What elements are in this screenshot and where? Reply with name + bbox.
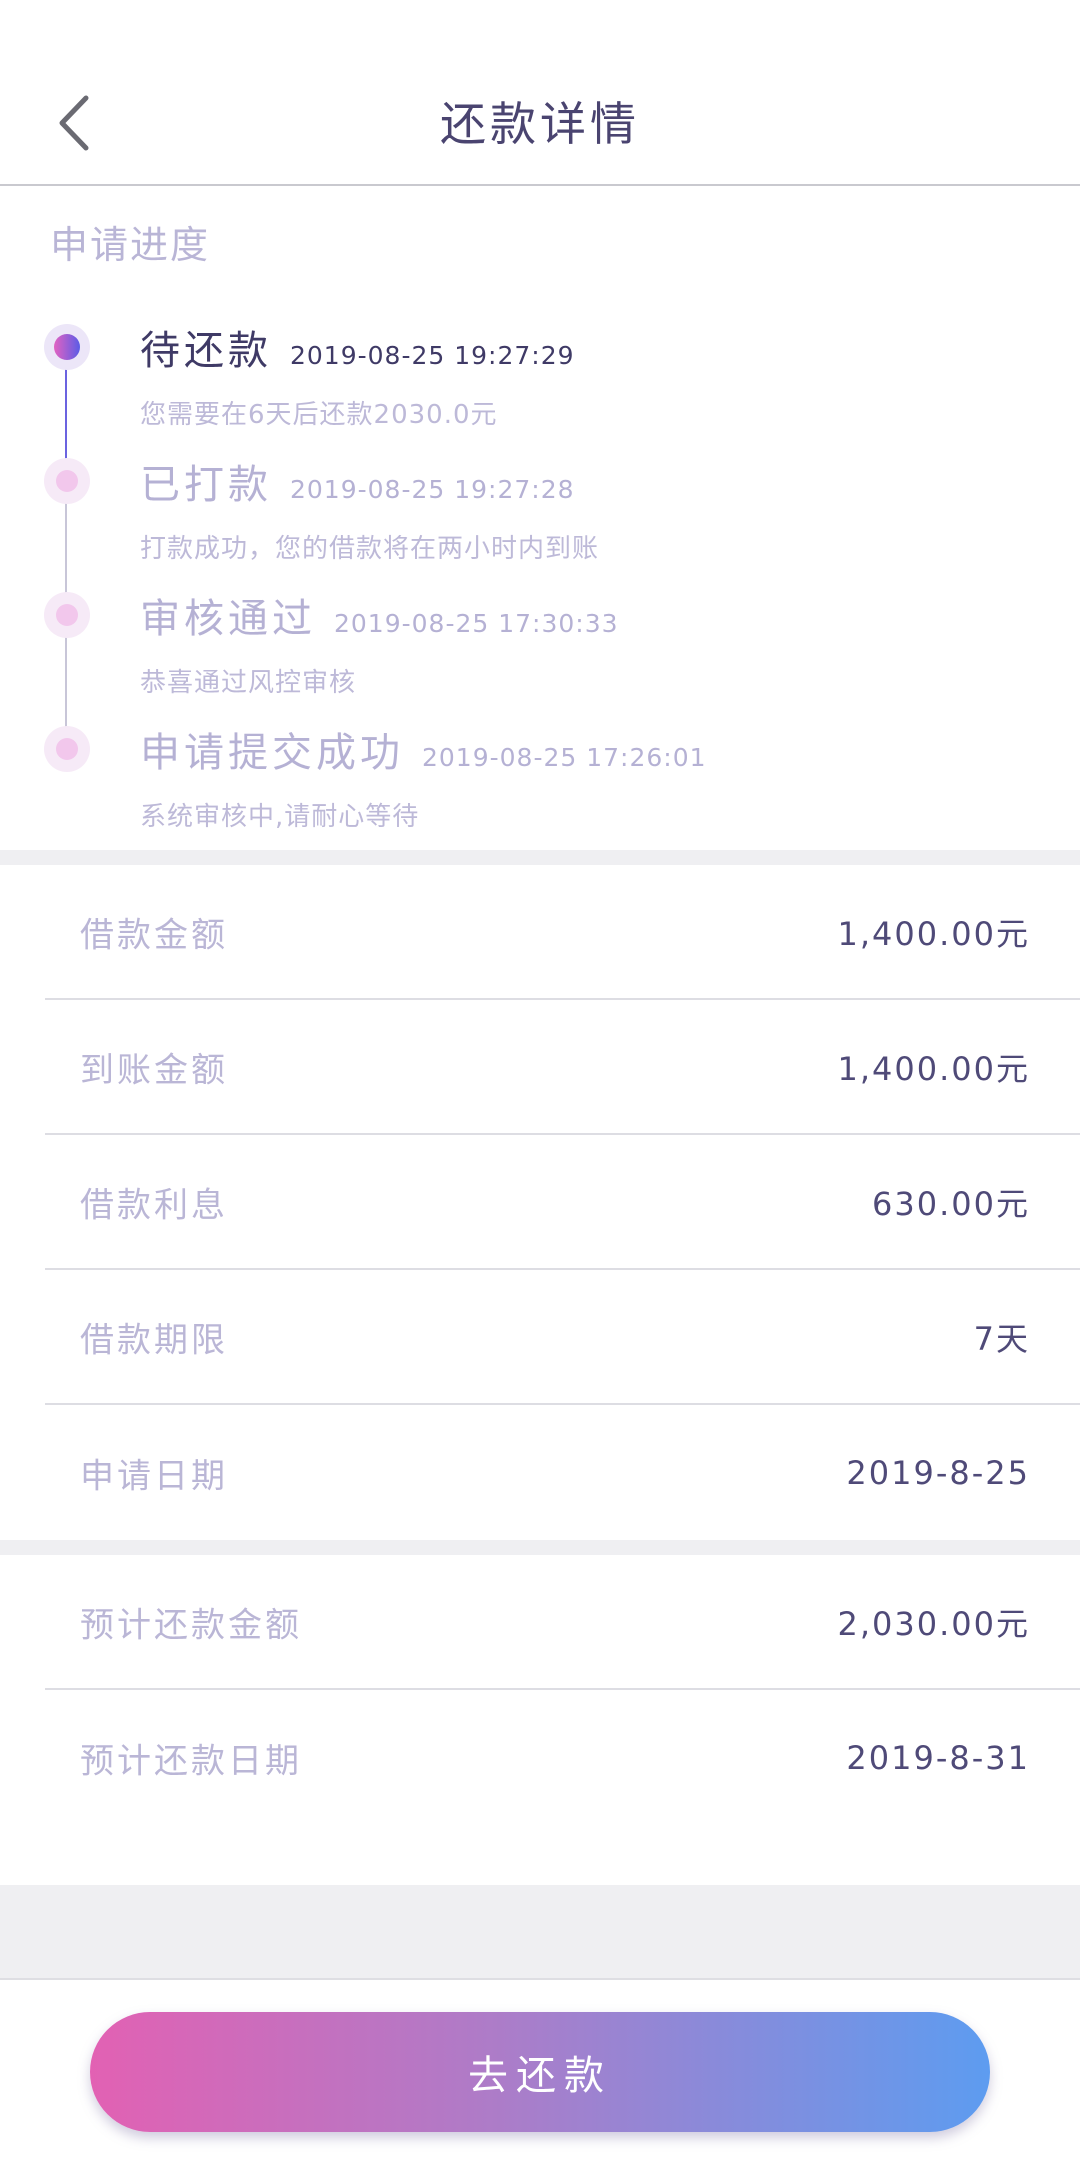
page-title: 还款详情 xyxy=(440,97,640,151)
row-value: 1,400.00元 xyxy=(837,1049,1030,1088)
row-value: 1,400.00元 xyxy=(837,914,1030,953)
row-label: 借款期限 xyxy=(80,1320,228,1360)
step-title: 待还款 xyxy=(140,328,272,374)
section-divider xyxy=(0,850,1080,865)
step-description: 您需要在6天后还款2030.0元 xyxy=(140,400,498,430)
progress-step-approved: 审核通过 2019-08-25 17:30:33 恭喜通过风控审核 xyxy=(140,586,619,699)
step-description: 恭喜通过风控审核 xyxy=(140,668,357,698)
step-description: 打款成功，您的借款将在两小时内到账 xyxy=(140,534,600,564)
progress-step-paid-out: 已打款 2019-08-25 19:27:28 打款成功，您的借款将在两小时内到账 xyxy=(140,452,599,565)
timeline-connector xyxy=(65,635,67,733)
timeline-dot xyxy=(44,592,90,638)
step-time: 2019-08-25 19:27:28 xyxy=(290,475,575,504)
step-time: 2019-08-25 17:30:33 xyxy=(334,609,619,638)
detail-row-received-amount: 到账金额 1,400.00元 xyxy=(45,1000,1080,1135)
loan-details-section: 借款金额 1,400.00元 到账金额 1,400.00元 借款利息 630.0… xyxy=(0,865,1080,1540)
detail-row-apply-date: 申请日期 2019-8-25 xyxy=(45,1405,1080,1540)
row-value: 7天 xyxy=(973,1319,1030,1358)
timeline-dot xyxy=(44,726,90,772)
timeline-connector-active xyxy=(65,368,67,466)
detail-row-expected-repay-amount: 预计还款金额 2,030.00元 xyxy=(45,1555,1080,1690)
row-label: 到账金额 xyxy=(80,1050,228,1090)
timeline-dot xyxy=(44,458,90,504)
detail-row-loan-amount: 借款金额 1,400.00元 xyxy=(45,865,1080,1000)
step-time: 2019-08-25 17:26:01 xyxy=(422,743,707,772)
detail-row-interest: 借款利息 630.00元 xyxy=(45,1135,1080,1270)
bottom-spacer xyxy=(0,1885,1080,1978)
progress-step-pending-repayment: 待还款 2019-08-25 19:27:29 您需要在6天后还款2030.0元 xyxy=(140,318,575,431)
repay-button[interactable]: 去还款 xyxy=(90,2012,990,2132)
row-value: 2019-8-25 xyxy=(846,1453,1030,1492)
row-value: 2019-8-31 xyxy=(846,1738,1030,1777)
progress-section: 申请进度 待还款 2019-08-25 19:27:29 您需要在6天后还款203… xyxy=(0,188,1080,850)
detail-row-expected-repay-date: 预计还款日期 2019-8-31 xyxy=(45,1690,1080,1825)
step-title: 申请提交成功 xyxy=(140,730,404,776)
step-title: 审核通过 xyxy=(140,596,316,642)
row-label: 申请日期 xyxy=(80,1456,228,1496)
repayment-section: 预计还款金额 2,030.00元 预计还款日期 2019-8-31 xyxy=(0,1555,1080,1885)
row-label: 预计还款日期 xyxy=(80,1741,302,1781)
detail-row-term: 借款期限 7天 xyxy=(45,1270,1080,1405)
progress-section-title: 申请进度 xyxy=(50,223,211,267)
progress-step-submitted: 申请提交成功 2019-08-25 17:26:01 系统审核中,请耐心等待 xyxy=(140,720,707,833)
row-value: 630.00元 xyxy=(872,1184,1030,1223)
section-divider xyxy=(0,1540,1080,1555)
step-description: 系统审核中,请耐心等待 xyxy=(140,802,420,832)
row-label: 借款利息 xyxy=(80,1185,228,1225)
row-label: 借款金额 xyxy=(80,915,228,955)
row-value: 2,030.00元 xyxy=(837,1604,1030,1643)
timeline-dot-active xyxy=(44,324,90,370)
row-label: 预计还款金额 xyxy=(80,1605,302,1645)
footer-bar: 去还款 xyxy=(0,1978,1080,2160)
step-time: 2019-08-25 19:27:29 xyxy=(290,341,575,370)
header-bar: 还款详情 xyxy=(0,0,1080,186)
step-title: 已打款 xyxy=(140,462,272,508)
timeline-connector xyxy=(65,501,67,599)
